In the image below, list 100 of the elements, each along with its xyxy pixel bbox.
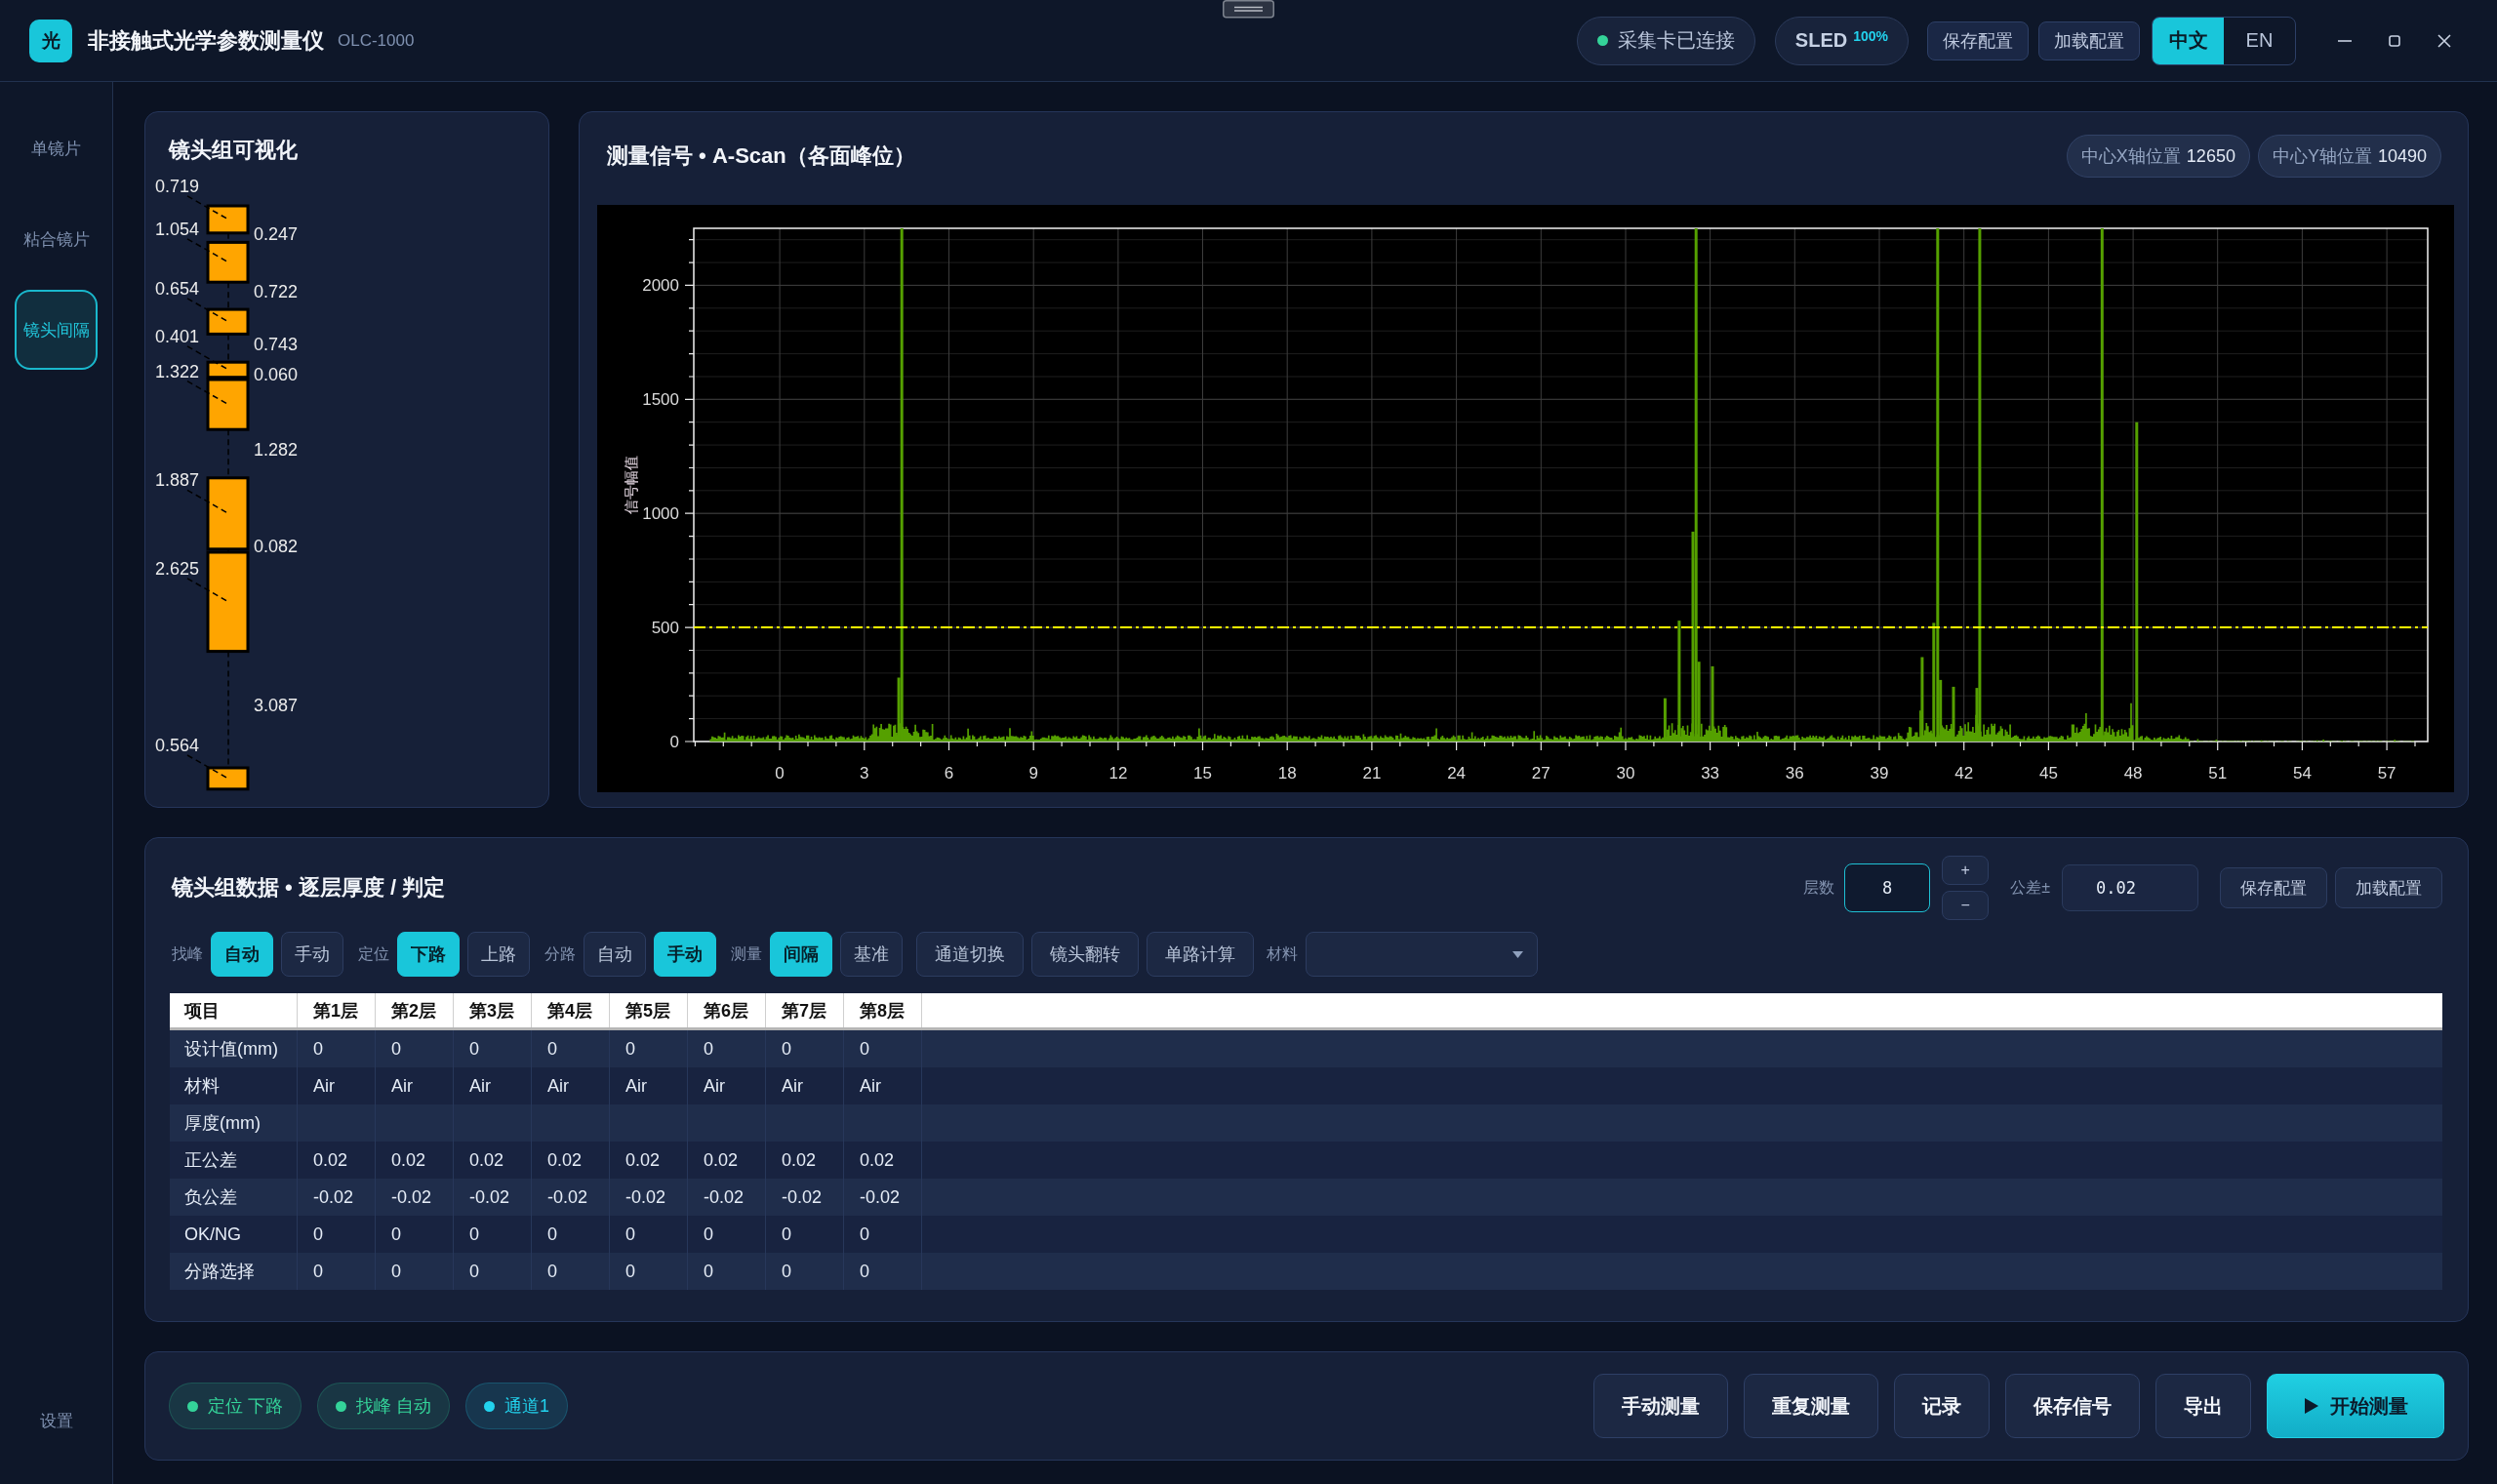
table-cell: 分路选择: [170, 1253, 298, 1290]
app-logo: 光: [29, 19, 72, 62]
tick-label: 2000: [642, 276, 679, 296]
tick-label: 12: [1108, 764, 1128, 782]
maximize-icon[interactable]: [2387, 32, 2402, 49]
tool-button[interactable]: 镜头翻转: [1031, 932, 1139, 977]
signal-peak: [1663, 698, 1667, 742]
group-label: 分路: [544, 943, 576, 964]
gap-label: 0.722: [254, 282, 299, 302]
play-icon: [2305, 1398, 2318, 1414]
table-cell: 0: [688, 1253, 766, 1290]
group-label: 测量: [731, 943, 762, 964]
tick-label: 500: [651, 619, 679, 638]
badge-value: 10490: [2377, 145, 2427, 167]
toggle-option[interactable]: 手动: [281, 932, 343, 977]
toggle-option[interactable]: 间隔: [770, 932, 832, 977]
table-cell: 0: [376, 1253, 454, 1290]
toggle-option[interactable]: 下路: [397, 932, 460, 977]
model-name: OLC-1000: [338, 30, 415, 51]
table-cell: 0: [532, 1253, 610, 1290]
action-button[interactable]: 记录: [1894, 1374, 1990, 1438]
toggle-option[interactable]: 手动: [654, 932, 716, 977]
field-label: 材料: [1267, 943, 1298, 964]
toggle-option[interactable]: 上路: [467, 932, 530, 977]
thickness-label: 0.719: [154, 176, 199, 196]
field-label: 层数: [1803, 877, 1835, 898]
column-header: 第3层: [454, 993, 532, 1027]
table-cell: 0: [766, 1253, 844, 1290]
tick-label: 54: [2292, 764, 2312, 782]
action-button[interactable]: 重复测量: [1744, 1374, 1878, 1438]
thickness-label: 1.887: [154, 470, 199, 491]
chip-text: 定位 下路: [208, 1395, 283, 1418]
lens-block: [206, 766, 250, 791]
action-button[interactable]: 导出: [2155, 1374, 2251, 1438]
axis-title: 信号幅值: [623, 456, 639, 514]
tick-label: 1500: [642, 390, 679, 410]
lens-block: [206, 240, 250, 284]
tick-label: 15: [1193, 764, 1212, 782]
gap-label: 3.087: [254, 696, 299, 716]
group-label: 定位: [358, 943, 389, 964]
tick-label: 21: [1362, 764, 1382, 782]
badge-label: 中心X轴位置: [2080, 145, 2181, 168]
sidebar-item[interactable]: 镜头间隔: [15, 290, 98, 370]
start-button[interactable]: 开始测量: [2267, 1374, 2444, 1438]
increment-button[interactable]: +: [1942, 856, 1990, 885]
tick-label: 57: [2377, 764, 2396, 782]
panel-title: 镜头组可视化: [169, 137, 299, 164]
tick-label: 39: [1870, 764, 1889, 782]
thickness-label: 1.054: [154, 219, 199, 239]
tick-label: 33: [1701, 764, 1720, 782]
window-handle-icon[interactable]: [1223, 0, 1274, 20]
field-label: 公差±: [2010, 877, 2050, 898]
action-button[interactable]: 手动测量: [1593, 1374, 1728, 1438]
sled-label: SLED: [1794, 29, 1848, 52]
thickness-label: 0.401: [154, 326, 199, 346]
language-tab[interactable]: 中文: [2153, 17, 2224, 64]
thickness-label: 0.654: [154, 278, 199, 299]
thickness-label: 2.625: [154, 558, 199, 579]
tick-label: 6: [944, 764, 954, 782]
sled-power: 100%: [1853, 27, 1888, 44]
config-button[interactable]: 保存配置: [2220, 867, 2327, 908]
sidebar-item[interactable]: 单镜片: [25, 131, 87, 166]
tick-label: 48: [2123, 764, 2143, 782]
decrement-button[interactable]: −: [1942, 891, 1990, 920]
column-header: 项目: [170, 993, 298, 1027]
table-cell: 0: [298, 1253, 376, 1290]
layer-count-field[interactable]: 8: [1844, 863, 1931, 912]
config-button[interactable]: 保存配置: [1927, 20, 2029, 60]
lens-block: [206, 307, 250, 336]
settings-nav-item[interactable]: 设置: [35, 1408, 77, 1434]
gap-label: 0.082: [254, 537, 299, 557]
config-button[interactable]: 加载配置: [2335, 867, 2442, 908]
tick-label: 1000: [642, 504, 679, 524]
sidebar-item[interactable]: 粘合镜片: [17, 221, 96, 257]
action-button[interactable]: 保存信号: [2005, 1374, 2140, 1438]
panel-title: 镜头组数据 • 逐层厚度 / 判定: [172, 874, 446, 902]
gap-label: 0.060: [254, 364, 299, 384]
column-header: 第1层: [298, 993, 376, 1027]
caret-icon: [1512, 950, 1523, 958]
status-text: 采集卡已连接: [1617, 28, 1735, 53]
config-button[interactable]: 加载配置: [2038, 20, 2140, 60]
tick-label: 24: [1447, 764, 1467, 782]
toggle-option[interactable]: 自动: [211, 932, 273, 977]
tool-button[interactable]: 通道切换: [916, 932, 1024, 977]
language-tab[interactable]: EN: [2224, 17, 2295, 64]
tolerance-field[interactable]: 0.02: [2062, 864, 2198, 911]
column-header: 第4层: [532, 993, 610, 1027]
close-icon[interactable]: [2437, 32, 2452, 49]
tick-label: 30: [1616, 764, 1635, 782]
column-header: 第5层: [610, 993, 688, 1027]
tick-label: 18: [1277, 764, 1297, 782]
lens-block: [206, 204, 250, 235]
badge-value: 12650: [2186, 145, 2235, 167]
toggle-option[interactable]: 基准: [840, 932, 903, 977]
tick-label: 9: [1028, 764, 1038, 782]
tick-label: 0: [775, 764, 785, 782]
chip-text: 找峰 自动: [356, 1395, 432, 1418]
tick-label: 45: [2038, 764, 2058, 782]
toggle-option[interactable]: 自动: [584, 932, 646, 977]
tool-button[interactable]: 单路计算: [1147, 932, 1254, 977]
